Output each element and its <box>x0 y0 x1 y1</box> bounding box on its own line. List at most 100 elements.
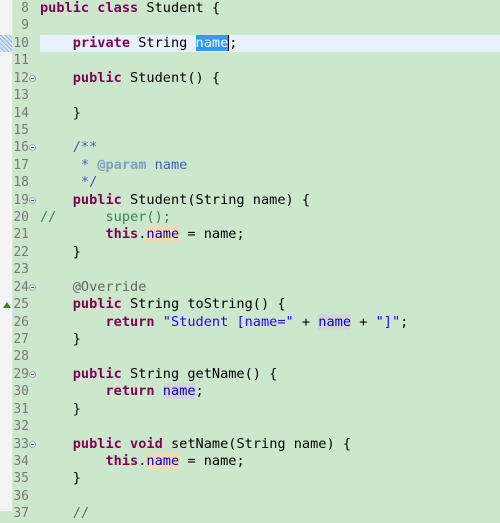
field-token: name <box>146 226 180 243</box>
code-text: } <box>40 470 500 487</box>
code-text: // <box>40 505 500 522</box>
jdtag-token: @param <box>97 156 147 173</box>
string-token: "]" <box>375 313 401 330</box>
line-number: 34 <box>13 453 29 469</box>
code-line[interactable]: 10 private String name; <box>0 34 500 53</box>
code-editor[interactable]: 8 public class Student {9 10 private Strin… <box>0 0 500 523</box>
code-line[interactable]: 33 public void setName(String name) { <box>0 436 500 453</box>
line-number: 15 <box>13 122 29 138</box>
sel-token: name <box>195 34 230 51</box>
plain-token: + <box>293 313 319 330</box>
kw-token: return <box>105 383 155 400</box>
plain-token: ; <box>195 383 204 400</box>
code-line[interactable]: 27 } <box>0 331 500 348</box>
code-line[interactable]: 35 } <box>0 470 500 487</box>
plain-token: Student { <box>138 0 221 16</box>
code-line[interactable]: 31 } <box>0 401 500 418</box>
code-line[interactable]: 26 return "Student [name=" + name + "]"; <box>0 313 500 331</box>
line-number: 11 <box>13 53 29 69</box>
plain-token: setName(String name) { <box>162 435 352 452</box>
code-line[interactable]: 21 this.name = name; <box>0 226 500 243</box>
plain-token: } <box>40 243 81 260</box>
plain-token: } <box>40 470 81 487</box>
plain-token: = name; <box>179 452 245 469</box>
line-number: 22 <box>13 244 29 260</box>
line-number: 8 <box>21 1 29 16</box>
plain-token: } <box>40 331 81 348</box>
javadoc-token: name <box>146 156 188 173</box>
kw-token: this <box>105 226 139 243</box>
code-line[interactable]: 25 public String toString() { <box>0 296 500 313</box>
code-line[interactable]: 16 /** <box>0 139 500 156</box>
line-number: 14 <box>13 105 29 121</box>
line-number: 21 <box>13 227 29 243</box>
code-text: public Student(String name) { <box>40 192 500 209</box>
code-line[interactable]: 37 // <box>0 505 500 522</box>
plain-token: } <box>40 400 81 417</box>
code-line[interactable]: 11 <box>0 52 500 69</box>
code-text: public String getName() { <box>40 366 500 383</box>
line-number: 26 <box>13 314 29 330</box>
code-text: return name; <box>40 383 500 400</box>
code-line[interactable]: 14 } <box>0 105 500 122</box>
code-line[interactable]: 19 public Student(String name) { <box>0 192 500 209</box>
code-text: this.name = name; <box>40 226 500 243</box>
fold-collapse-icon[interactable] <box>29 74 36 82</box>
code-line[interactable]: 8 public class Student { <box>0 0 500 17</box>
plain-token: String <box>130 34 196 51</box>
code-line[interactable]: 18 */ <box>0 174 500 191</box>
comment-token: // <box>40 505 90 522</box>
line-number: 24 <box>13 279 29 295</box>
code-text: } <box>40 105 500 122</box>
line-number: 30 <box>13 384 29 400</box>
code-line[interactable]: 36 <box>0 488 500 505</box>
field-token: name <box>318 313 352 330</box>
plain-token: + <box>351 313 376 330</box>
code-line[interactable]: 9 <box>0 17 500 34</box>
code-line[interactable]: 23 <box>0 261 500 278</box>
fold-collapse-icon[interactable] <box>29 440 36 448</box>
code-line[interactable]: 12 public Student() { <box>0 70 500 87</box>
line-number: 18 <box>13 175 29 191</box>
code-line[interactable]: 28 <box>0 348 500 365</box>
line-number: 31 <box>13 401 29 417</box>
code-line[interactable]: 15 <box>0 122 500 139</box>
kw-token: public <box>72 435 122 452</box>
code-line[interactable]: 32 <box>0 418 500 435</box>
kw-token: public <box>72 69 122 86</box>
code-line[interactable]: 30 return name; <box>0 383 500 400</box>
code-text: public class Student { <box>40 0 500 17</box>
fold-collapse-icon[interactable] <box>29 144 36 152</box>
kw-token: return <box>105 313 155 330</box>
code-line[interactable]: 34 this.name = name; <box>0 452 500 470</box>
annotation-token: @Override <box>40 278 147 295</box>
code-line[interactable]: 29 public String getName() { <box>0 366 500 383</box>
code-line[interactable]: 22 } <box>0 244 500 261</box>
code-line[interactable]: 24 @Override <box>0 279 500 296</box>
fold-collapse-icon[interactable] <box>29 196 36 204</box>
code-text: @Override <box>40 279 500 296</box>
code-line[interactable]: 20 // super(); <box>0 209 500 226</box>
line-number: 28 <box>13 349 29 365</box>
fold-collapse-icon[interactable] <box>29 283 36 291</box>
code-text: public String toString() { <box>40 296 500 313</box>
line-number: 20 <box>13 210 29 226</box>
code-text: public Student() { <box>40 70 500 87</box>
plain-token: Student() { <box>121 69 221 86</box>
override-indicator-icon[interactable] <box>3 302 11 309</box>
code-line[interactable]: 17 * @param name <box>0 157 500 174</box>
fold-collapse-icon[interactable] <box>29 370 36 378</box>
code-text: this.name = name; <box>40 452 500 470</box>
code-line[interactable]: 13 <box>0 87 500 104</box>
line-number: 19 <box>13 192 29 208</box>
